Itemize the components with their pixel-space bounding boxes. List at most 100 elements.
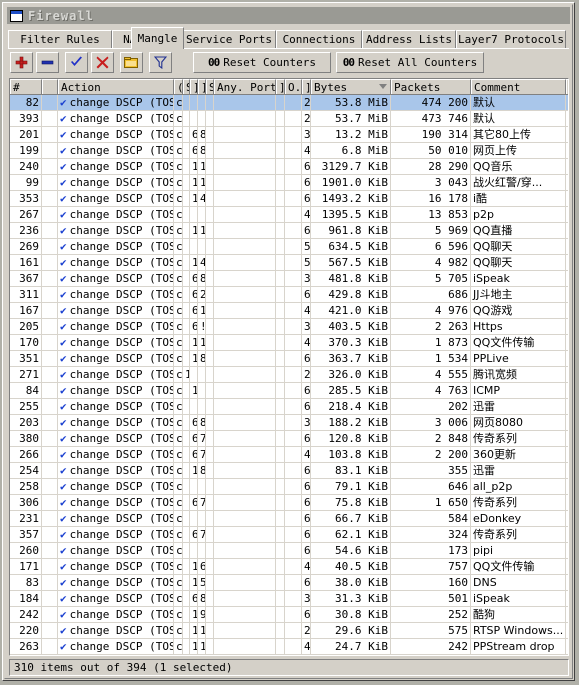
status-bar: 310 items out of 394 (1 selected) [9, 659, 569, 676]
table-row[interactable]: 258 ✔ change DSCP (TOS) c 6 79.1 KiB 646 all_p2… [10, 479, 568, 495]
table-row[interactable]: 353 ✔ change DSCP (TOS) c 1 4 6 1493.2 KiB 16 17… [10, 191, 568, 207]
column-header-c5[interactable]: S [206, 79, 214, 94]
cell-c1: c [176, 367, 183, 382]
cell-c5 [206, 303, 214, 318]
table-row[interactable]: 311 ✔ change DSCP (TOS) c 6 2 6 429.8 KiB 686 JJ斗… [10, 287, 568, 303]
cell-tail [566, 431, 568, 446]
cell-c3 [190, 543, 198, 558]
action-label: change DSCP (TOS) [69, 128, 174, 141]
table-row[interactable]: 254 ✔ change DSCP (TOS) c 1 8 6 83.1 KiB 355 迅雷 [10, 463, 568, 479]
cell-c6 [276, 591, 285, 606]
disable-button[interactable] [91, 52, 114, 73]
column-header-packets[interactable]: Packets [391, 79, 471, 94]
cell-c8: 6 [304, 175, 311, 190]
table-row[interactable]: 357 ✔ change DSCP (TOS) c 6 7 6 62.1 KiB 324 传奇系列 [10, 527, 568, 543]
table-row[interactable]: 199 ✔ change DSCP (TOS) c 6 8 4 6.8 MiB 50 010 网页… [10, 143, 568, 159]
rule-enabled-check-icon: ✔ [60, 512, 67, 525]
folder-icon [124, 56, 138, 68]
table-row[interactable]: 83 ✔ change DSCP (TOS) c 1 5 6 38.0 KiB 160 DNS [10, 575, 568, 591]
cell-c7 [285, 479, 302, 494]
column-header-c6[interactable]: ] [276, 79, 285, 94]
tab-address-lists[interactable]: Address Lists [362, 30, 456, 48]
reset-counters-button[interactable]: 00 Reset Counters [193, 52, 331, 73]
column-header-c3[interactable]: ] [190, 79, 198, 94]
table-row[interactable]: 260 ✔ change DSCP (TOS) c 6 54.6 KiB 173 pipi [10, 543, 568, 559]
table-row[interactable]: 242 ✔ change DSCP (TOS) c 1 9 6 30.8 KiB 252 酷狗 [10, 607, 568, 623]
table-row[interactable]: 240 ✔ change DSCP (TOS) c 1 1 6 3129.7 KiB 28 29… [10, 159, 568, 175]
tab-filter-rules[interactable]: Filter Rules [8, 30, 112, 48]
table-row[interactable]: 306 ✔ change DSCP (TOS) c 6 7 6 75.8 KiB 1 650 传奇… [10, 495, 568, 511]
column-header-c8[interactable]: ] [302, 79, 311, 94]
remove-button[interactable] [36, 52, 59, 73]
cell-c8: 4 [304, 207, 311, 222]
table-row[interactable]: 203 ✔ change DSCP (TOS) c 6 8 3 188.2 KiB 3 006 网… [10, 415, 568, 431]
status-text: 310 items out of 394 (1 selected) [14, 661, 233, 674]
cell-c5 [206, 239, 214, 254]
table-row[interactable]: 220 ✔ change DSCP (TOS) c 1 1 2 29.6 KiB 575 RTSP… [10, 623, 568, 639]
cell-bytes: 83.1 KiB [311, 463, 391, 478]
cell-c6 [276, 175, 285, 190]
tab-mangle[interactable]: Mangle [131, 27, 184, 49]
cell-c6 [276, 239, 285, 254]
table-row[interactable]: 269 ✔ change DSCP (TOS) c 5 634.5 KiB 6 596 QQ聊… [10, 239, 568, 255]
cell-c6 [276, 143, 285, 158]
table-row[interactable]: 170 ✔change DSCP (TOS)c118 4370.3 KiB1 873… [10, 335, 568, 351]
cell-c1: c [176, 111, 183, 126]
action-label: change DSCP (TOS) [69, 208, 174, 221]
cell-bytes: 24.7 KiB [311, 639, 391, 654]
titlebar[interactable]: Firewall [7, 7, 570, 24]
table-row[interactable]: 184 ✔ change DSCP (TOS) c 6 8 3 31.3 KiB 501 iSpe… [10, 591, 568, 607]
rule-enabled-check-icon: ✔ [60, 480, 67, 493]
table-row[interactable]: 205 ✔change DSCP (TOS)c6!4 3403.5 KiB2 263… [10, 319, 568, 335]
cell-c7 [285, 303, 302, 318]
table-row[interactable]: 171 ✔ change DSCP (TOS) c 1 6 4 40.5 KiB 757 QQ文件… [10, 559, 568, 575]
cell-c7 [285, 255, 302, 270]
column-header-anyport[interactable]: Any. Port [214, 79, 276, 94]
table-row[interactable]: 367 ✔ change DSCP (TOS) c 6 8 3 481.8 KiB 5 705 i… [10, 271, 568, 287]
cell-c1: c [176, 511, 183, 526]
filter-button[interactable] [149, 52, 172, 73]
table-row[interactable]: 255 ✔ change DSCP (TOS) c 6 218.4 KiB 202 迅雷 [10, 399, 568, 415]
table-row[interactable]: 201 ✔ change DSCP (TOS) c 6 8 3 13.2 MiB 190 314… [10, 127, 568, 143]
add-button[interactable] [10, 52, 33, 73]
table-row[interactable]: 263 ✔ change DSCP (TOS) c 1 1 4 24.7 KiB 242 PPSt… [10, 639, 568, 655]
cell-c6 [276, 415, 285, 430]
cell-packets: 646 [391, 479, 471, 494]
table-row[interactable]: 231 ✔ change DSCP (TOS) c 6 66.7 KiB 584 eDonke… [10, 511, 568, 527]
table-row[interactable]: 266 ✔ change DSCP (TOS) c 6 7 4 103.8 KiB 2 200 3… [10, 447, 568, 463]
column-header-c4[interactable]: ] [198, 79, 206, 94]
cell-flag [42, 511, 58, 526]
column-header-bytes[interactable]: Bytes [311, 79, 391, 94]
column-header-comment[interactable]: Comment [471, 79, 566, 94]
column-header-tail[interactable] [566, 79, 568, 94]
table-row[interactable]: 393 ✔ change DSCP (TOS) c 2 53.7 MiB 473 746 默认 [10, 111, 568, 127]
table-row[interactable]: 351 ✔ change DSCP (TOS) c 1 8 6 363.7 KiB 1 534 P… [10, 351, 568, 367]
column-header-c2[interactable]: S [183, 79, 190, 94]
cell-comment: QQ文件传输 [471, 559, 566, 574]
tab-layer7-protocols[interactable]: Layer7 Protocols [456, 30, 566, 48]
tab-connections[interactable]: Connections [276, 30, 362, 48]
reset-all-counters-button[interactable]: 00 Reset All Counters [336, 52, 484, 73]
table-row[interactable]: 236 ✔ change DSCP (TOS) c 1 1 6 961.8 KiB 5 969 Q… [10, 223, 568, 239]
table-row[interactable]: 267 ✔ change DSCP (TOS) c 4 1395.5 KiB 13 853 p… [10, 207, 568, 223]
tab-service-ports[interactable]: Service Ports [182, 30, 276, 48]
table-row[interactable]: 84 ✔ change DSCP (TOS) c 1 6 285.5 KiB 4 763 ICM… [10, 383, 568, 399]
column-header-c1[interactable]: ( [174, 79, 183, 94]
enable-button[interactable] [65, 52, 88, 73]
table-row[interactable]: 271 ✔change DSCP (TOS)c1 2326.0 KiB4 555腾讯… [10, 367, 568, 383]
cell-c5 [206, 447, 214, 462]
table-row[interactable]: 380 ✔ change DSCP (TOS) c 6 7 6 120.8 KiB 2 848 传… [10, 431, 568, 447]
column-header-num[interactable]: # [10, 79, 42, 94]
cell-c5 [206, 415, 214, 430]
column-header-flag[interactable] [42, 79, 58, 94]
table-row[interactable]: 99 ✔ change DSCP (TOS) c 1 1 6 1901.0 KiB 3 043 战… [10, 175, 568, 191]
column-header-action[interactable]: Action [58, 79, 174, 94]
cell-anyport [214, 447, 276, 462]
comment-button[interactable] [120, 52, 143, 73]
column-header-c7[interactable]: O.. [285, 79, 302, 94]
table-row[interactable]: 167 ✔change DSCP (TOS)c614 4421.0 KiB4 976… [10, 303, 568, 319]
cell-c2 [183, 287, 190, 302]
cell-action: ✔ change DSCP (TOS) [58, 511, 174, 526]
table-row[interactable]: 82 ✔ change DSCP (TOS) c 2 53.8 MiB 474 200 默认 [10, 95, 568, 111]
table-row[interactable]: 161 ✔change DSCP (TOS)c148 5567.5 KiB4 982… [10, 255, 568, 271]
